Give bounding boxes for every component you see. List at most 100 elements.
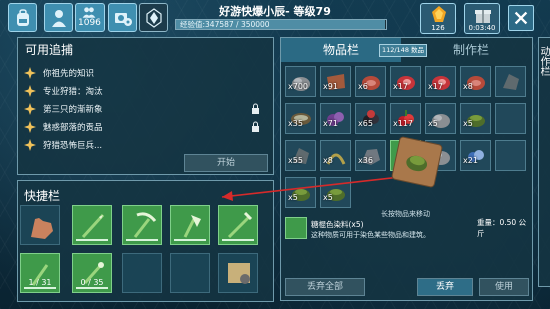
inventory-slot[interactable] — [495, 140, 526, 171]
inventory-slot[interactable]: x35 — [285, 103, 316, 134]
inventory-slot-quantity: x91 — [323, 82, 338, 91]
hotbar-slot[interactable] — [170, 205, 210, 245]
inventory-slot-quantity: x35 — [288, 119, 303, 128]
inventory-slot-quantity: x17 — [428, 82, 443, 91]
inventory-slot[interactable]: x5 — [425, 103, 456, 134]
tracking-item-label: 魅惑部落的贡品 — [43, 123, 103, 133]
xp-label: 经验值:347587 / 350000 — [180, 20, 270, 29]
backpack-button[interactable] — [8, 3, 37, 32]
discard-all-button[interactable]: 丢弃全部 — [285, 278, 365, 296]
hotbar-slot[interactable]: 1 / 31 — [20, 253, 60, 293]
inventory-slot-quantity: x8 — [463, 82, 473, 91]
inventory-slot[interactable]: x8 — [320, 140, 351, 171]
inventory-slot-quantity: x71 — [323, 119, 338, 128]
inventory-slot-quantity: x700 — [288, 82, 309, 91]
durability-bar — [126, 239, 158, 241]
tracking-item-label: 第三只的渐新象 — [43, 105, 103, 115]
crystal-emblem-icon — [145, 7, 162, 28]
tracking-item-label: 狩猎恐怖巨兵... — [43, 141, 103, 151]
inventory-slot[interactable]: x5 — [460, 103, 491, 134]
amber-icon — [432, 6, 446, 22]
inventory-slot[interactable]: x17 — [425, 66, 456, 97]
backpack-icon — [16, 8, 29, 26]
hotbar-slot[interactable] — [20, 205, 60, 245]
map-icon — [228, 263, 250, 284]
discard-button[interactable]: 丢弃 — [417, 278, 473, 296]
inventory-slot-quantity: x5 — [323, 193, 333, 202]
tracking-item[interactable]: 第三只的渐新象 — [24, 100, 264, 118]
tab-crafting[interactable]: 制作栏 — [411, 38, 531, 62]
inventory-slot[interactable]: x700 — [285, 66, 316, 97]
close-button[interactable] — [508, 5, 534, 31]
settings-button[interactable] — [108, 3, 137, 32]
tracking-item-label: 专业狩猎：淘汰 — [43, 87, 103, 97]
lock-icon — [252, 121, 259, 132]
inventory-slot-quantity: x65 — [358, 119, 373, 128]
inventory-slot[interactable] — [495, 103, 526, 134]
inventory-slot[interactable]: x36 — [355, 140, 386, 171]
tracking-item[interactable]: 你祖先的知识 — [24, 64, 264, 82]
hotbar-slot[interactable] — [218, 205, 258, 245]
inventory-slot-quantity: x17 — [393, 82, 408, 91]
close-icon — [514, 11, 528, 25]
selected-item-description: 这种物质可用于染色某些物品和建筑。 — [311, 231, 430, 239]
hotbar-slot[interactable] — [122, 253, 162, 293]
inventory-capacity: 112/148 数品 — [379, 44, 427, 57]
gift-timer: 0:03:40 — [468, 24, 496, 32]
inventory-slot-quantity: x36 — [358, 156, 373, 165]
tracking-title: 可用追捕 — [25, 43, 74, 57]
gift-icon — [475, 10, 491, 23]
hotbar-slot-count: 0 / 35 — [80, 278, 104, 287]
character-button[interactable] — [44, 3, 73, 32]
selected-item-name: 糖棍色染料(x5) — [311, 220, 364, 229]
inventory-slot[interactable]: x17 — [390, 66, 421, 97]
inventory-slot-quantity: x8 — [323, 156, 333, 165]
tracking-item-label: 你祖先的知识 — [43, 69, 95, 79]
hand-icon — [31, 218, 53, 239]
hotbar-panel: 快捷栏 1 / 31 0 / 35 — [17, 180, 274, 302]
sparkle-icon — [24, 121, 36, 133]
inventory-slot[interactable]: x91 — [320, 66, 351, 97]
inventory-slot[interactable]: x117 — [390, 103, 421, 134]
dragged-dye-item[interactable] — [390, 135, 444, 189]
selected-item-icon — [285, 217, 307, 239]
use-button[interactable]: 使用 — [479, 278, 529, 296]
inventory-slot[interactable]: x21 — [460, 140, 491, 171]
start-button[interactable]: 开始 — [184, 154, 268, 172]
tracking-item[interactable]: 魅惑部落的贡品 — [24, 118, 264, 136]
gift-resource[interactable]: 0:03:40 — [464, 3, 500, 34]
sparkle-icon — [24, 67, 36, 79]
durability-bar — [76, 239, 108, 241]
level-number: 1096 — [78, 18, 101, 28]
flint-icon — [503, 74, 519, 90]
inventory-slot-quantity: x117 — [393, 119, 414, 128]
tracking-item[interactable]: 专业狩猎：淘汰 — [24, 82, 264, 100]
inventory-slot[interactable]: x71 — [320, 103, 351, 134]
hatchet-icon — [183, 215, 201, 238]
lock-icon — [252, 103, 259, 114]
inventory-slot-quantity: x6 — [358, 82, 368, 91]
inventory-slot-quantity: x5 — [288, 193, 298, 202]
inventory-slot[interactable]: x8 — [460, 66, 491, 97]
tribe-button[interactable] — [139, 3, 168, 32]
hotbar-slot[interactable]: 0 / 35 — [72, 253, 112, 293]
hotbar-slot[interactable] — [122, 205, 162, 245]
dye-icon — [406, 155, 428, 172]
inventory-slot[interactable]: x6 — [355, 66, 386, 97]
tracking-item[interactable]: 狩猎恐怖巨兵... — [24, 136, 264, 154]
inventory-slot[interactable]: x5 — [285, 177, 316, 208]
side-tab[interactable]: 动作栏 — [538, 37, 550, 287]
bow-icon — [227, 211, 253, 239]
hotbar-slot[interactable] — [72, 205, 112, 245]
inventory-slot[interactable] — [495, 66, 526, 97]
hotbar-slot[interactable] — [170, 253, 210, 293]
xp-bar: 经验值:347587 / 350000 — [175, 19, 387, 30]
amber-resource[interactable]: 126 — [420, 3, 456, 34]
hotbar-slot[interactable] — [218, 253, 258, 293]
inventory-slot[interactable]: x5 — [320, 177, 351, 208]
camera-gear-icon — [114, 12, 132, 26]
spear-icon — [81, 213, 105, 239]
selected-item-weight: 重量：0.50 公斤 — [477, 218, 527, 238]
inventory-slot[interactable]: x55 — [285, 140, 316, 171]
inventory-slot[interactable]: x65 — [355, 103, 386, 134]
